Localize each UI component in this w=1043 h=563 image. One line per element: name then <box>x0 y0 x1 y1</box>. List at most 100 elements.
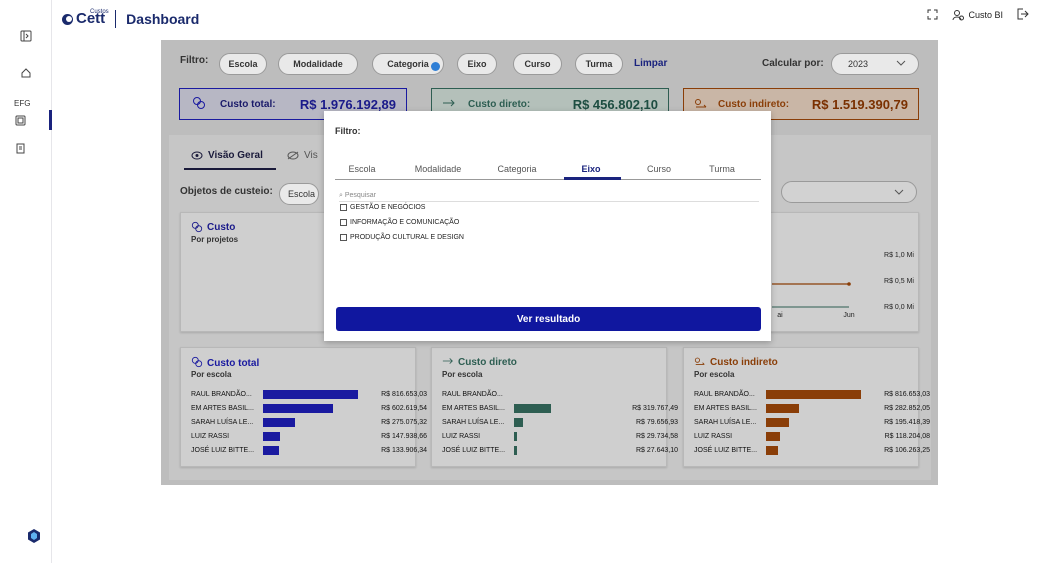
bar-row: LUIZ RASSI R$ 118.204,08 <box>694 432 930 442</box>
bar-row: EM ARTES BASIL... R$ 282.852,05 <box>694 404 930 414</box>
panel-title: Custo indireto <box>694 356 778 369</box>
filter-pill-curso[interactable]: Curso <box>513 53 562 75</box>
indirect-flow-icon <box>694 98 708 111</box>
report-icon[interactable] <box>11 139 29 157</box>
bar-mark[interactable] <box>263 432 280 441</box>
filter-pill-eixo[interactable]: Eixo <box>457 53 497 75</box>
bar-row: SARAH LUÍSA LE... R$ 79.656,93 <box>442 418 678 428</box>
panel-title: Custo total <box>191 356 259 371</box>
checkbox[interactable] <box>340 204 347 211</box>
year-select[interactable]: 2023 <box>831 53 919 75</box>
bar-label: EM ARTES BASIL... <box>442 405 505 412</box>
sidebar-efg-label: EFG <box>14 99 31 108</box>
cost-indirect-by-school-panel: Custo indireto Por escola RAUL BRANDÃO... R… <box>683 347 930 467</box>
modal-tab-curso[interactable]: Curso <box>647 164 671 174</box>
header-actions: Custo BI <box>927 8 1029 22</box>
user-menu[interactable]: Custo BI <box>952 9 1003 21</box>
right-blank-pane <box>938 40 1043 563</box>
bar-mark[interactable] <box>514 432 517 441</box>
modal-option[interactable]: GESTÃO E NEGÓCIOS <box>340 204 425 211</box>
bar-label: LUIZ RASSI <box>191 433 230 440</box>
objects-select[interactable]: Escola <box>279 183 319 205</box>
checkbox[interactable] <box>340 219 347 226</box>
bar-row: EM ARTES BASIL... R$ 602.619,54 <box>191 404 427 414</box>
bar-mark[interactable] <box>766 432 780 441</box>
year-select-value: 2023 <box>848 59 869 69</box>
bar-mark[interactable] <box>766 390 861 399</box>
coins-icon <box>191 221 203 233</box>
modal-option[interactable]: INFORMAÇÃO E COMUNICAÇÃO <box>340 219 459 226</box>
bar-mark[interactable] <box>263 404 333 413</box>
bar-row: EM ARTES BASIL... R$ 319.767,49 <box>442 404 678 414</box>
bar-label: EM ARTES BASIL... <box>694 405 757 412</box>
bar-mark[interactable] <box>514 404 551 413</box>
bar-mark[interactable] <box>263 418 295 427</box>
calc-by-label: Calcular por: <box>762 58 824 69</box>
panel-title-text: Custo total <box>207 358 260 369</box>
brand-name: Custos Cett <box>76 6 109 26</box>
filter-pill-escola[interactable]: Escola <box>219 53 267 75</box>
bar-label: RAUL BRANDÃO... <box>191 391 252 398</box>
y-tick-label: R$ 1,0 Mi <box>884 252 914 259</box>
bar-mark[interactable] <box>766 404 799 413</box>
modal-option[interactable]: PRODUÇÃO CULTURAL E DESIGN <box>340 234 464 241</box>
modal-search-input[interactable]: ⌕ Pesquisar <box>339 192 759 202</box>
bar-value: R$ 816.653,03 <box>884 391 930 398</box>
filter-label: Filtro: <box>180 55 209 66</box>
brand-mark-icon <box>62 13 73 25</box>
arrow-right-icon <box>442 98 456 111</box>
x-tick-label: Jun <box>843 312 854 319</box>
bar-value: R$ 275.075,32 <box>381 419 427 426</box>
bar-row: JOSÉ LUIZ BITTE... R$ 27.643,10 <box>442 446 678 456</box>
bar-row: RAUL BRANDÃO... <box>442 390 678 400</box>
fullscreen-icon[interactable] <box>927 9 938 22</box>
logout-icon[interactable] <box>1017 8 1029 22</box>
clear-filters-link[interactable]: Limpar <box>634 58 667 69</box>
bar-mark[interactable] <box>514 446 517 455</box>
bar-row: SARAH LUÍSA LE... R$ 195.418,39 <box>694 418 930 428</box>
tab-overview-underline <box>184 168 276 170</box>
modal-tab-turma[interactable]: Turma <box>709 164 735 174</box>
bar-mark[interactable] <box>263 390 358 399</box>
bar-row: JOSÉ LUIZ BITTE... R$ 133.906,34 <box>191 446 427 456</box>
filter-pill-modalidade[interactable]: Modalidade <box>278 53 358 75</box>
bar-label: RAUL BRANDÃO... <box>442 391 503 398</box>
eye-icon <box>191 151 203 160</box>
bar-label: LUIZ RASSI <box>442 433 481 440</box>
expand-sidebar-icon[interactable] <box>17 27 35 45</box>
bar-mark[interactable] <box>514 418 523 427</box>
modal-filter-label: Filtro: <box>335 126 361 136</box>
tab-overview[interactable]: Visão Geral <box>191 150 263 161</box>
bar-label: JOSÉ LUIZ BITTE... <box>191 447 255 454</box>
bar-mark[interactable] <box>766 418 789 427</box>
bar-value: R$ 319.767,49 <box>632 405 678 412</box>
filter-modal: Filtro: Escola Modalidade Categoria Eixo… <box>324 111 771 341</box>
cost-projects-title-text: Custo <box>207 221 236 233</box>
series-point-indirect[interactable] <box>847 282 851 286</box>
bar-value: R$ 816.653,03 <box>381 391 427 398</box>
modal-tab-modalidade[interactable]: Modalidade <box>415 164 462 174</box>
y-tick-label: R$ 0,0 Mi <box>884 304 914 311</box>
bar-mark[interactable] <box>263 446 279 455</box>
modal-tab-categoria[interactable]: Categoria <box>497 164 536 174</box>
modal-option-label: PRODUÇÃO CULTURAL E DESIGN <box>350 234 464 241</box>
cost-direct-by-school-panel: Custo direto Por escola RAUL BRANDÃO... EM … <box>431 347 678 467</box>
bar-mark[interactable] <box>766 446 778 455</box>
bar-value: R$ 29.734,58 <box>635 433 678 440</box>
kpi-total-label: Custo total: <box>220 98 276 110</box>
home-icon[interactable] <box>17 64 35 82</box>
modal-tab-escola[interactable]: Escola <box>348 164 375 174</box>
panel-title-text: Custo indireto <box>710 357 778 368</box>
modal-tab-eixo[interactable]: Eixo <box>581 164 600 174</box>
filter-pill-turma[interactable]: Turma <box>575 53 623 75</box>
kpi-total-value: R$ 1.976.192,89 <box>299 96 396 112</box>
efg-dashboard-icon[interactable] <box>11 111 29 129</box>
bar-value: R$ 282.852,05 <box>884 405 930 412</box>
checkbox[interactable] <box>340 234 347 241</box>
objects-select-right[interactable] <box>781 181 917 203</box>
cost-projects-title: Custo <box>191 221 235 233</box>
tab-secondary[interactable]: Vis <box>287 150 318 161</box>
arrow-right-icon <box>442 356 454 369</box>
bar-row: JOSÉ LUIZ BITTE... R$ 106.263,25 <box>694 446 930 456</box>
see-result-button[interactable]: Ver resultado <box>336 307 761 331</box>
